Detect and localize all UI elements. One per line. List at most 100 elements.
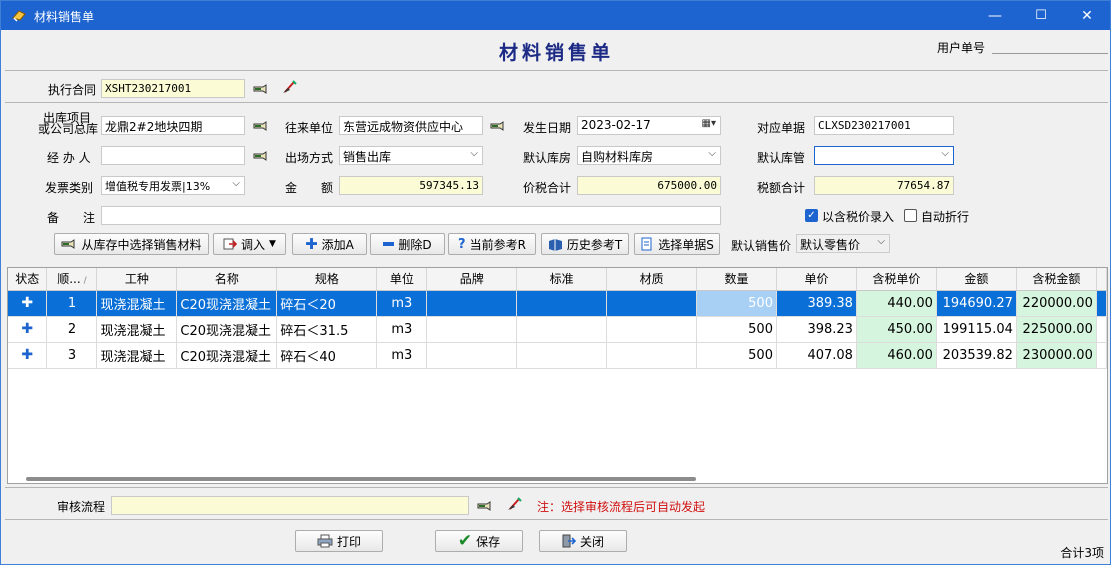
material-grid[interactable]: 状态 顺... / 工种 名称 规格 单位 品牌 标准 材质 数量 单价 含税单价… xyxy=(7,267,1108,484)
calendar-icon[interactable]: ▦▾ xyxy=(702,118,716,129)
hand-select-icon[interactable] xyxy=(477,499,493,513)
row-brand[interactable] xyxy=(426,342,518,369)
select-from-stock-button[interactable]: 从库存中选择销售材料 xyxy=(54,233,209,255)
ref-input[interactable]: CLXSD230217001 xyxy=(814,116,954,135)
delete-button[interactable]: 删除D xyxy=(370,233,445,255)
method-select[interactable]: 销售出库 ⌵ xyxy=(339,146,483,165)
save-button[interactable]: ✔ 保存 xyxy=(435,530,523,552)
row-seq: 3 xyxy=(46,342,98,369)
tax-inclusive-label: 以含税价录入 xyxy=(822,210,895,224)
row-price[interactable]: 407.08 xyxy=(776,342,857,369)
keeper-select[interactable]: ⌵ xyxy=(814,146,954,165)
col-header-seq-label: 顺... xyxy=(57,272,81,287)
row-price[interactable]: 398.23 xyxy=(776,316,857,343)
col-header-price[interactable]: 单价 xyxy=(776,268,857,291)
remark-input[interactable] xyxy=(101,206,721,225)
col-header-standard[interactable]: 标准 xyxy=(516,268,608,291)
row-status-icon: ✚ xyxy=(8,290,48,317)
default-price-select[interactable]: 默认零售价 ⌵ xyxy=(796,234,890,253)
auto-wrap-checkbox[interactable] xyxy=(904,209,917,222)
col-header-spec[interactable]: 规格 xyxy=(276,268,378,291)
default-price-label: 默认销售价 xyxy=(731,239,792,253)
history-ref-button[interactable]: 历史参考T xyxy=(541,233,629,255)
row-material[interactable] xyxy=(606,290,698,317)
current-ref-button[interactable]: ? 当前参考R xyxy=(448,233,536,255)
row-amount: 199115.04 xyxy=(936,316,1017,343)
row-status-icon: ✚ xyxy=(8,342,48,369)
row-spec: 碎石＜31.5 xyxy=(276,316,378,343)
chevron-down-icon: ⌵ xyxy=(877,236,885,247)
row-tax-price[interactable]: 460.00 xyxy=(856,342,937,369)
hand-select-icon[interactable] xyxy=(490,119,506,133)
row-count-summary: 合计3项 xyxy=(1060,546,1104,560)
ref-label: 对应单据 xyxy=(757,121,806,135)
print-button[interactable]: 打印 xyxy=(295,530,383,552)
row-price[interactable]: 389.38 xyxy=(776,290,857,317)
clear-icon[interactable] xyxy=(507,497,523,511)
col-header-qty[interactable]: 数量 xyxy=(696,268,777,291)
delete-label: 删除D xyxy=(398,237,432,252)
col-header-tax-amount[interactable]: 含税金额 xyxy=(1016,268,1097,291)
row-qty[interactable]: 500 xyxy=(696,290,777,317)
contract-input[interactable]: XSHT230217001 xyxy=(101,79,245,98)
col-header-amount[interactable]: 金额 xyxy=(936,268,1017,291)
user-no-input[interactable] xyxy=(992,36,1108,54)
total-value: 675000.00 xyxy=(577,176,721,195)
col-header-type[interactable]: 工种 xyxy=(96,268,178,291)
row-tax-price[interactable]: 450.00 xyxy=(856,316,937,343)
close-window-button[interactable]: ✕ xyxy=(1064,1,1110,30)
hand-select-icon[interactable] xyxy=(253,82,269,96)
row-qty[interactable]: 500 xyxy=(696,316,777,343)
add-button[interactable]: ✚ 添加A xyxy=(292,233,367,255)
row-amount: 194690.27 xyxy=(936,290,1017,317)
row-standard[interactable] xyxy=(516,316,608,343)
table-row[interactable]: ✚ 1 现浇混凝土 C20现浇混凝土 碎石＜20 m3 500 389.38 4… xyxy=(8,290,1107,317)
project-input[interactable]: 龙鼎2#2地块四期 xyxy=(101,116,245,135)
row-extra xyxy=(1096,316,1107,343)
col-header-material[interactable]: 材质 xyxy=(606,268,698,291)
row-name: C20现浇混凝土 xyxy=(176,342,278,369)
col-header-status[interactable]: 状态 xyxy=(8,268,48,291)
col-header-tax-price[interactable]: 含税单价 xyxy=(856,268,937,291)
close-button[interactable]: 关闭 xyxy=(539,530,627,552)
row-qty[interactable]: 500 xyxy=(696,342,777,369)
hand-select-icon[interactable] xyxy=(253,149,269,163)
row-tax-amount: 230000.00 xyxy=(1016,342,1097,369)
window-title: 材料销售单 xyxy=(34,10,95,24)
invoice-select[interactable]: 增值税专用发票|13% ⌵ xyxy=(101,176,245,195)
horizontal-scrollbar[interactable] xyxy=(26,477,696,481)
col-header-name[interactable]: 名称 xyxy=(176,268,278,291)
table-row[interactable]: ✚ 2 现浇混凝土 C20现浇混凝土 碎石＜31.5 m3 500 398.23… xyxy=(8,316,1107,343)
row-brand[interactable] xyxy=(426,290,518,317)
tax-label: 税额合计 xyxy=(757,181,806,195)
col-header-seq[interactable]: 顺... / xyxy=(46,268,98,291)
row-extra xyxy=(1096,342,1107,369)
tax-inclusive-checkbox[interactable]: ✓ xyxy=(805,209,818,222)
row-standard[interactable] xyxy=(516,290,608,317)
col-header-brand[interactable]: 品牌 xyxy=(426,268,518,291)
row-type: 现浇混凝土 xyxy=(96,316,178,343)
review-input[interactable] xyxy=(111,496,469,515)
date-picker[interactable]: 2023-02-17 ▦▾ xyxy=(577,116,721,135)
warehouse-select[interactable]: 自购材料库房 ⌵ xyxy=(577,146,721,165)
save-label: 保存 xyxy=(476,534,501,549)
row-brand[interactable] xyxy=(426,316,518,343)
partner-input[interactable]: 东营远成物资供应中心 xyxy=(339,116,483,135)
hand-select-icon[interactable] xyxy=(253,119,269,133)
col-header-extra xyxy=(1096,268,1107,291)
form-section: 出库项目 或公司总库 龙鼎2#2地块四期 往来单位 东营远成物资供应中心 发生日期… xyxy=(5,104,1108,262)
row-tax-price[interactable]: 440.00 xyxy=(856,290,937,317)
clear-icon[interactable] xyxy=(282,80,298,94)
handler-input[interactable] xyxy=(101,146,245,165)
select-doc-button[interactable]: 选择单据S xyxy=(634,233,720,255)
row-spec: 碎石＜40 xyxy=(276,342,378,369)
row-material[interactable] xyxy=(606,342,698,369)
col-header-unit[interactable]: 单位 xyxy=(376,268,428,291)
row-standard[interactable] xyxy=(516,342,608,369)
maximize-button[interactable]: ☐ xyxy=(1018,1,1064,30)
row-material[interactable] xyxy=(606,316,698,343)
import-button[interactable]: 调入 ▼ xyxy=(213,233,286,255)
table-row[interactable]: ✚ 3 现浇混凝土 C20现浇混凝土 碎石＜40 m3 500 407.08 4… xyxy=(8,342,1107,369)
help-icon: ? xyxy=(458,236,466,252)
minimize-button[interactable]: — xyxy=(972,1,1018,30)
